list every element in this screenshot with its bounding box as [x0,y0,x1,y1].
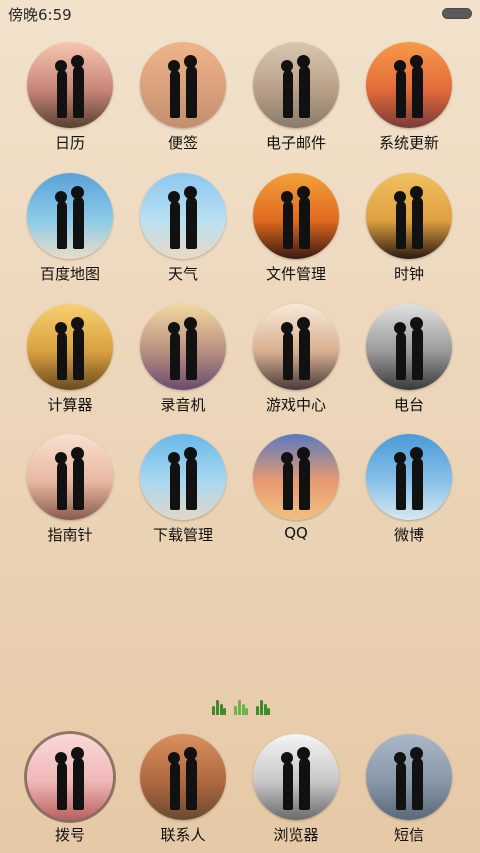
app-icon-button-12[interactable]: 指南针 [14,434,126,545]
app-icon-button-9[interactable]: 录音机 [127,304,239,415]
app-icon-button-0[interactable]: 日历 [14,42,126,153]
app-icon-button-8[interactable]: 计算器 [14,304,126,415]
couple-gray-sea-icon [366,734,452,820]
app-label: 电台 [393,396,424,414]
app-label: 拨号 [54,826,85,844]
app-icon-button-2[interactable]: 电子邮件 [240,42,352,153]
app-label: 微博 [393,526,424,544]
page-dot-icon[interactable] [232,697,248,715]
dock-app-button-1[interactable]: 联系人 [127,734,239,845]
app-label: 日历 [54,134,85,152]
app-icon-button-7[interactable]: 时钟 [353,173,465,284]
status-time: 傍晚6:59 [8,6,72,24]
couple-train-bw-icon [366,304,452,390]
couple-heart-hands-icon [27,434,113,520]
couple-blue-beach-icon [27,173,113,259]
app-label: 浏览器 [273,826,319,844]
page-indicator[interactable] [0,697,480,719]
dock-app-button-2[interactable]: 浏览器 [240,734,352,845]
app-label: 百度地图 [39,265,100,283]
app-icon-button-3[interactable]: 系统更新 [353,42,465,153]
app-label: 短信 [393,826,424,844]
app-icon-button-5[interactable]: 天气 [127,173,239,284]
page-dot-icon[interactable] [210,697,226,715]
app-label: 电子邮件 [265,134,326,152]
app-icon-button-14[interactable]: QQ [240,434,352,542]
app-label: QQ [284,524,308,542]
couple-kiss-golden-icon [27,304,113,390]
app-icon-button-6[interactable]: 文件管理 [240,173,352,284]
couple-orange-sunset-icon [253,173,339,259]
couple-autumn-path-icon [140,734,226,820]
app-icon-button-11[interactable]: 电台 [353,304,465,415]
couple-umbrella-beach-icon [140,173,226,259]
status-bar: 傍晚6:59 [0,0,480,26]
couple-sunset-photo-icon [27,42,113,128]
couple-sea-sunset-icon [366,42,452,128]
couple-silhouette-icon [366,173,452,259]
couple-sunlight-icon [253,304,339,390]
app-label: 天气 [167,265,198,283]
dock-app-button-3[interactable]: 短信 [353,734,465,845]
app-label: 游戏中心 [265,396,326,414]
app-label: 时钟 [393,265,424,283]
app-label: 文件管理 [265,265,326,283]
app-icon-button-4[interactable]: 百度地图 [14,173,126,284]
app-label: 联系人 [160,826,206,844]
app-icon-button-13[interactable]: 下载管理 [127,434,239,545]
battery-icon [442,8,472,19]
app-label: 录音机 [160,396,206,414]
couple-sitting-beach-icon [140,434,226,520]
app-label: 系统更新 [378,134,439,152]
couple-holding-hands-icon [253,434,339,520]
dock-app-button-0[interactable]: 拨号 [14,734,126,845]
app-icon-button-15[interactable]: 微博 [353,434,465,545]
page-dot-icon[interactable] [254,697,270,715]
app-label: 便签 [167,134,198,152]
couple-beach-bw-icon [253,734,339,820]
couple-walking-beach-icon [140,42,226,128]
app-icon-button-1[interactable]: 便签 [127,42,239,153]
app-label: 计算器 [47,396,93,414]
couple-street-icon [253,42,339,128]
bride-groom-beach-icon [366,434,452,520]
couple-bokeh-icon [140,304,226,390]
proposal-silhouette-icon [27,734,113,820]
app-label: 指南针 [47,526,93,544]
app-label: 下载管理 [152,526,213,544]
app-icon-button-10[interactable]: 游戏中心 [240,304,352,415]
